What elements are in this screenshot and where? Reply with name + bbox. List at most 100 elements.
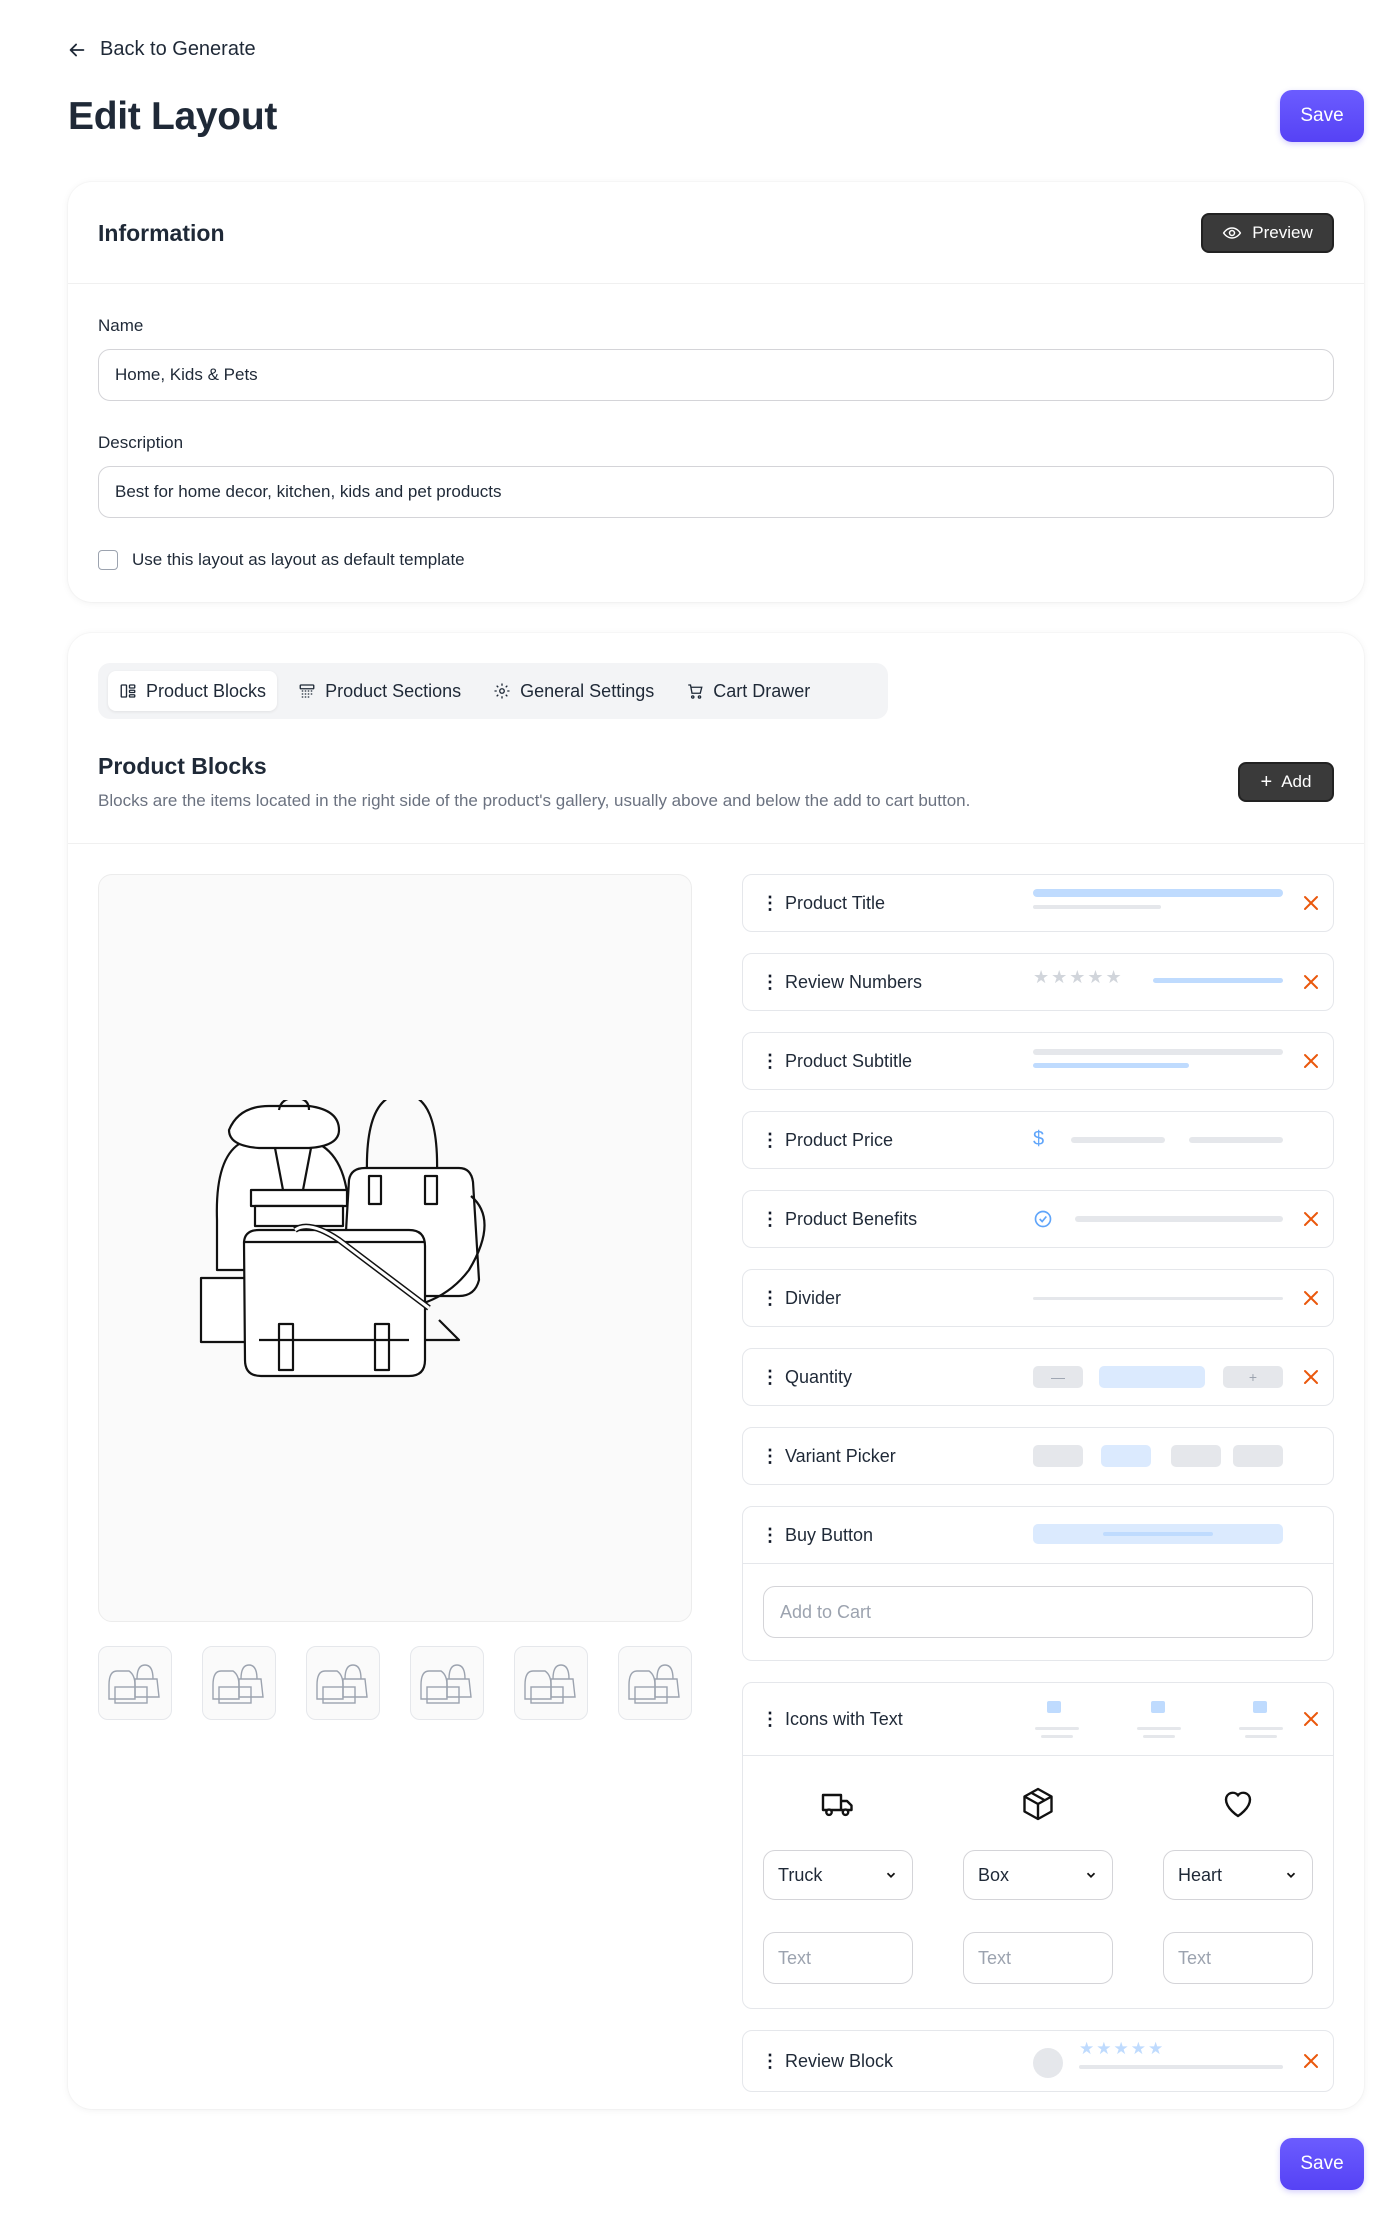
description-label: Description [98,433,184,452]
information-header: Information Preview [68,182,1364,284]
tab-label: General Settings [520,680,655,701]
box-icon [1023,1787,1053,1821]
block-icons-with-text[interactable]: ⋮ Icons with Text Truck Text Box Text He… [742,1682,1334,2009]
remove-block-icon[interactable] [1299,1049,1323,1073]
block-name: Product Title [785,892,886,913]
drag-handle-icon[interactable]: ⋮ [761,1710,779,1728]
block-variant-picker[interactable]: ⋮ Variant Picker [742,1427,1334,1485]
remove-block-icon[interactable] [1299,891,1323,915]
gallery-thumbnail[interactable] [98,1646,172,1720]
icon-text-input[interactable]: Text [1163,1932,1313,1984]
block-preview [1033,1270,1285,1326]
gallery-thumbnails [98,1646,692,1720]
block-name: Review Numbers [785,971,923,992]
block-preview [1033,875,1285,931]
drag-handle-icon[interactable]: ⋮ [761,973,779,991]
tab-general-settings[interactable]: General Settings [482,671,665,711]
plus-icon: + [1223,1366,1283,1388]
preview-button[interactable]: Preview [1201,213,1334,253]
gallery-thumbnail[interactable] [410,1646,484,1720]
remove-block-icon[interactable] [1299,2049,1323,2073]
name-input[interactable]: Home, Kids & Pets [98,349,1334,401]
product-blocks-card: Product Blocks Product Sections General … [68,633,1364,2109]
tab-label: Product Blocks [146,680,267,701]
icon-select-truck[interactable]: Truck [763,1850,913,1900]
remove-block-icon[interactable] [1299,1707,1323,1731]
gallery-thumbnail[interactable] [306,1646,380,1720]
drag-handle-icon[interactable]: ⋮ [761,894,779,912]
block-product-subtitle[interactable]: ⋮ Product Subtitle [742,1032,1334,1090]
bags-thumbnail-icon [212,1664,264,1704]
section-divider [68,843,1364,844]
block-preview [1033,1428,1285,1484]
drag-handle-icon[interactable]: ⋮ [761,1447,779,1465]
block-preview: — + [1033,1349,1285,1405]
stars-icon: ★★★★★ [1033,967,1124,987]
block-buy-button[interactable]: ⋮ Buy Button Add to Cart [742,1506,1334,1661]
bags-thumbnail-icon [524,1664,576,1704]
save-button-bottom[interactable]: Save [1280,2138,1364,2190]
chevron-down-icon [886,1872,896,1878]
chevron-down-icon [1286,1872,1296,1878]
block-preview [1033,1191,1285,1247]
icon-select-box[interactable]: Box [963,1850,1113,1900]
block-name: Product Subtitle [785,1050,913,1071]
drag-handle-icon[interactable]: ⋮ [761,1526,779,1544]
add-to-cart-input[interactable]: Add to Cart [763,1586,1313,1638]
drag-handle-icon[interactable]: ⋮ [761,2052,779,2070]
default-template-row[interactable]: Use this layout as layout as default tem… [98,550,465,570]
stars-icon: ★★★★★ [1079,2039,1166,2058]
tab-label: Cart Drawer [713,680,811,701]
block-divider[interactable]: ⋮ Divider [742,1269,1334,1327]
icon-select-heart[interactable]: Heart [1163,1850,1313,1900]
description-input[interactable]: Best for home decor, kitchen, kids and p… [98,466,1334,518]
block-name: Buy Button [785,1524,874,1545]
icon-text-input[interactable]: Text [963,1932,1113,1984]
block-quantity[interactable]: ⋮ Quantity — + [742,1348,1334,1406]
block-product-benefits[interactable]: ⋮ Product Benefits [742,1190,1334,1248]
save-button[interactable]: Save [1280,90,1364,142]
block-name: Review Block [785,2050,894,2071]
tab-cart-drawer[interactable]: Cart Drawer [675,671,821,711]
select-value: Truck [778,1864,823,1885]
tab-product-blocks[interactable]: Product Blocks [108,671,278,711]
select-value: Box [978,1864,1010,1885]
block-preview [1033,1683,1285,1755]
drag-handle-icon[interactable]: ⋮ [761,1289,779,1307]
add-block-button[interactable]: + Add [1238,762,1334,802]
drag-handle-icon[interactable]: ⋮ [761,1368,779,1386]
default-template-label: Use this layout as layout as default tem… [132,550,465,569]
name-label: Name [98,316,144,335]
gallery-thumbnail[interactable] [514,1646,588,1720]
gallery-thumbnail[interactable] [202,1646,276,1720]
icon-text-input[interactable]: Text [763,1932,913,1984]
block-review-numbers[interactable]: ⋮ Review Numbers ★★★★★ [742,953,1334,1011]
block-name: Icons with Text [785,1708,903,1729]
tab-bar: Product Blocks Product Sections General … [98,663,888,719]
remove-block-icon[interactable] [1299,1365,1323,1389]
tab-product-sections[interactable]: Product Sections [287,671,472,711]
block-preview [1033,1033,1285,1089]
remove-block-icon[interactable] [1299,1207,1323,1231]
bags-thumbnail-icon [316,1664,368,1704]
remove-block-icon[interactable] [1299,970,1323,994]
block-review-block[interactable]: ⋮ Review Block ★★★★★ [742,2030,1334,2092]
preview-button-label: Preview [1252,223,1313,242]
block-product-price[interactable]: ⋮ Product Price $ [742,1111,1334,1169]
block-preview [1033,1507,1285,1563]
block-product-title[interactable]: ⋮ Product Title [742,874,1334,932]
bags-thumbnail-icon [420,1664,472,1704]
default-template-checkbox[interactable] [98,550,118,570]
chevron-down-icon [1086,1872,1096,1878]
drag-handle-icon[interactable]: ⋮ [761,1131,779,1149]
truck-icon [821,1793,853,1817]
block-list: ⋮ Product Title ⋮ Review Numbers ★★★★★ ⋮… [742,874,1334,2113]
remove-block-icon[interactable] [1299,1286,1323,1310]
bags-thumbnail-icon [628,1664,680,1704]
back-to-generate-link[interactable]: Back to Generate [66,38,256,61]
sections-icon [299,684,315,698]
back-link-label: Back to Generate [100,38,256,60]
gallery-thumbnail[interactable] [618,1646,692,1720]
drag-handle-icon[interactable]: ⋮ [761,1052,779,1070]
drag-handle-icon[interactable]: ⋮ [761,1210,779,1228]
